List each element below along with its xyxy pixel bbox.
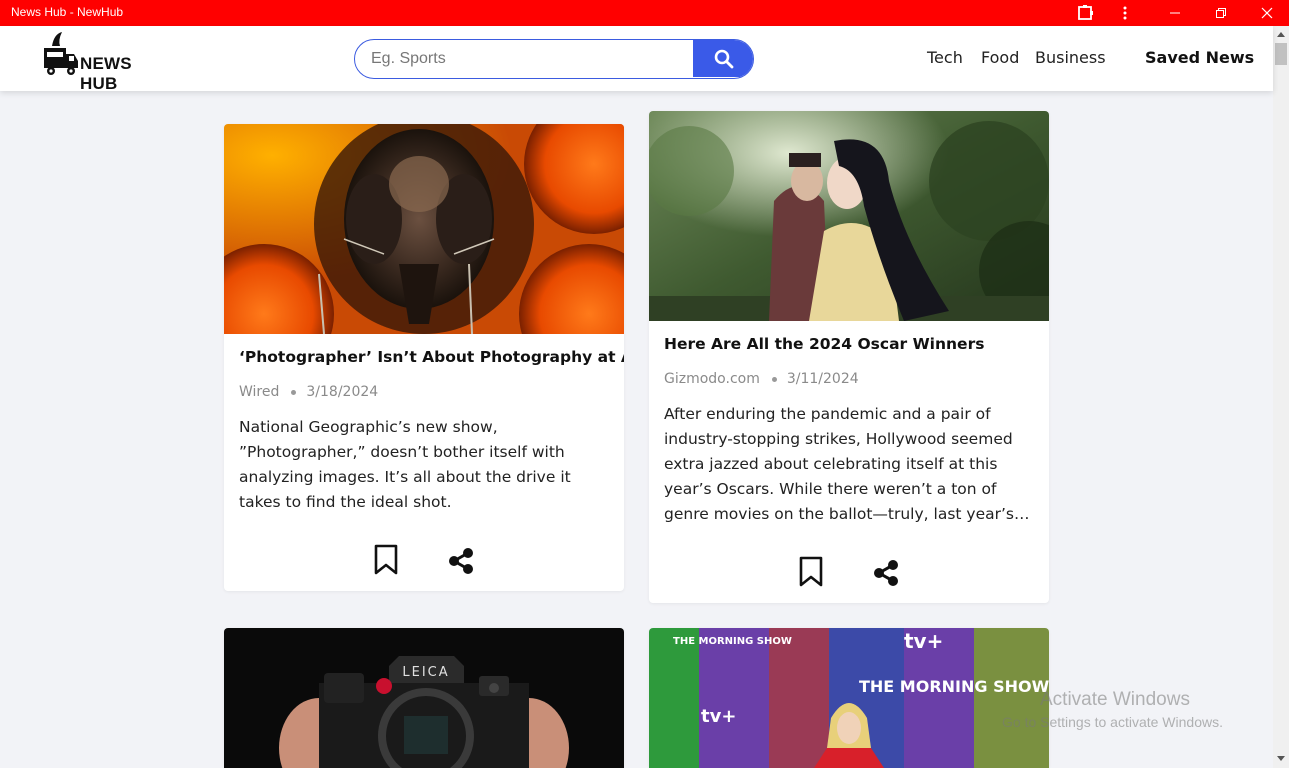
news-card: THE MORNING SHOW tv+ THE MORNING SHOW tv… bbox=[649, 628, 1049, 768]
site-header: NEWS HUB Tech Food Business Saved News bbox=[0, 26, 1273, 93]
article-meta: Wired 3/18/2024 bbox=[239, 384, 378, 400]
meta-separator-dot bbox=[771, 376, 777, 382]
search-bar bbox=[354, 39, 754, 79]
nav-link-food[interactable]: Food bbox=[981, 48, 1019, 67]
article-description: National Geographic’s new show, ”Photogr… bbox=[239, 418, 571, 511]
logo-text: NEWS HUB bbox=[80, 54, 132, 93]
svg-text:LEICA: LEICA bbox=[402, 665, 449, 680]
article-description: After enduring the pandemic and a pair o… bbox=[664, 405, 1030, 523]
site-logo[interactable]: NEWS HUB bbox=[42, 32, 172, 93]
news-card: LEICA bbox=[224, 628, 624, 768]
scroll-up-arrow-icon[interactable] bbox=[1277, 32, 1285, 37]
nav-link-tech[interactable]: Tech bbox=[927, 48, 963, 67]
activation-watermark-subtitle: Go to Settings to activate Windows. bbox=[1002, 714, 1223, 730]
article-source: Gizmodo.com bbox=[664, 371, 760, 387]
window-titlebar: News Hub - NewHub bbox=[0, 0, 1289, 26]
svg-text:tv+: tv+ bbox=[701, 706, 736, 727]
article-image-bee[interactable] bbox=[224, 124, 624, 334]
page-scrollbar[interactable] bbox=[1273, 26, 1289, 768]
search-button[interactable] bbox=[693, 40, 753, 77]
article-date: 3/18/2024 bbox=[306, 384, 379, 400]
news-card: Here Are All the 2024 Oscar Winners Gizm… bbox=[649, 111, 1049, 603]
window-title: News Hub - NewHub bbox=[11, 5, 124, 19]
article-meta: Gizmodo.com 3/11/2024 bbox=[664, 371, 859, 387]
close-icon[interactable] bbox=[1250, 0, 1284, 26]
bookmark-icon[interactable] bbox=[373, 544, 399, 576]
news-truck-logo-icon bbox=[44, 32, 78, 75]
bookmark-icon[interactable] bbox=[798, 556, 824, 588]
article-image-morning-show[interactable]: THE MORNING SHOW tv+ THE MORNING SHOW tv… bbox=[649, 628, 1049, 768]
article-date: 3/11/2024 bbox=[786, 371, 859, 387]
article-title[interactable]: Here Are All the 2024 Oscar Winners bbox=[664, 335, 1039, 353]
svg-text:THE MORNING SHOW: THE MORNING SHOW bbox=[673, 636, 792, 647]
search-input[interactable] bbox=[355, 40, 695, 77]
article-image-film-still[interactable] bbox=[649, 111, 1049, 321]
svg-text:tv+: tv+ bbox=[904, 629, 943, 653]
saved-news-link[interactable]: Saved News bbox=[1145, 48, 1254, 67]
extensions-icon[interactable] bbox=[1068, 0, 1102, 26]
meta-separator-dot bbox=[291, 389, 297, 395]
more-options-icon[interactable] bbox=[1108, 0, 1142, 26]
scroll-thumb[interactable] bbox=[1275, 43, 1287, 65]
svg-text:THE MORNING SHOW: THE MORNING SHOW bbox=[859, 677, 1049, 696]
nav-link-business[interactable]: Business bbox=[1035, 48, 1106, 67]
share-icon[interactable] bbox=[447, 547, 475, 575]
article-source: Wired bbox=[239, 384, 280, 400]
news-card: ‘Photographer’ Isn’t About Photography a… bbox=[224, 124, 624, 591]
minimize-icon[interactable] bbox=[1158, 0, 1192, 26]
article-image-leica[interactable]: LEICA bbox=[224, 628, 624, 768]
article-title[interactable]: ‘Photographer’ Isn’t About Photography a… bbox=[239, 348, 624, 366]
search-icon bbox=[714, 49, 734, 68]
share-icon[interactable] bbox=[872, 559, 900, 587]
activation-watermark-title: Activate Windows bbox=[1040, 689, 1190, 710]
scroll-down-arrow-icon[interactable] bbox=[1277, 756, 1285, 761]
restore-icon[interactable] bbox=[1204, 0, 1238, 26]
